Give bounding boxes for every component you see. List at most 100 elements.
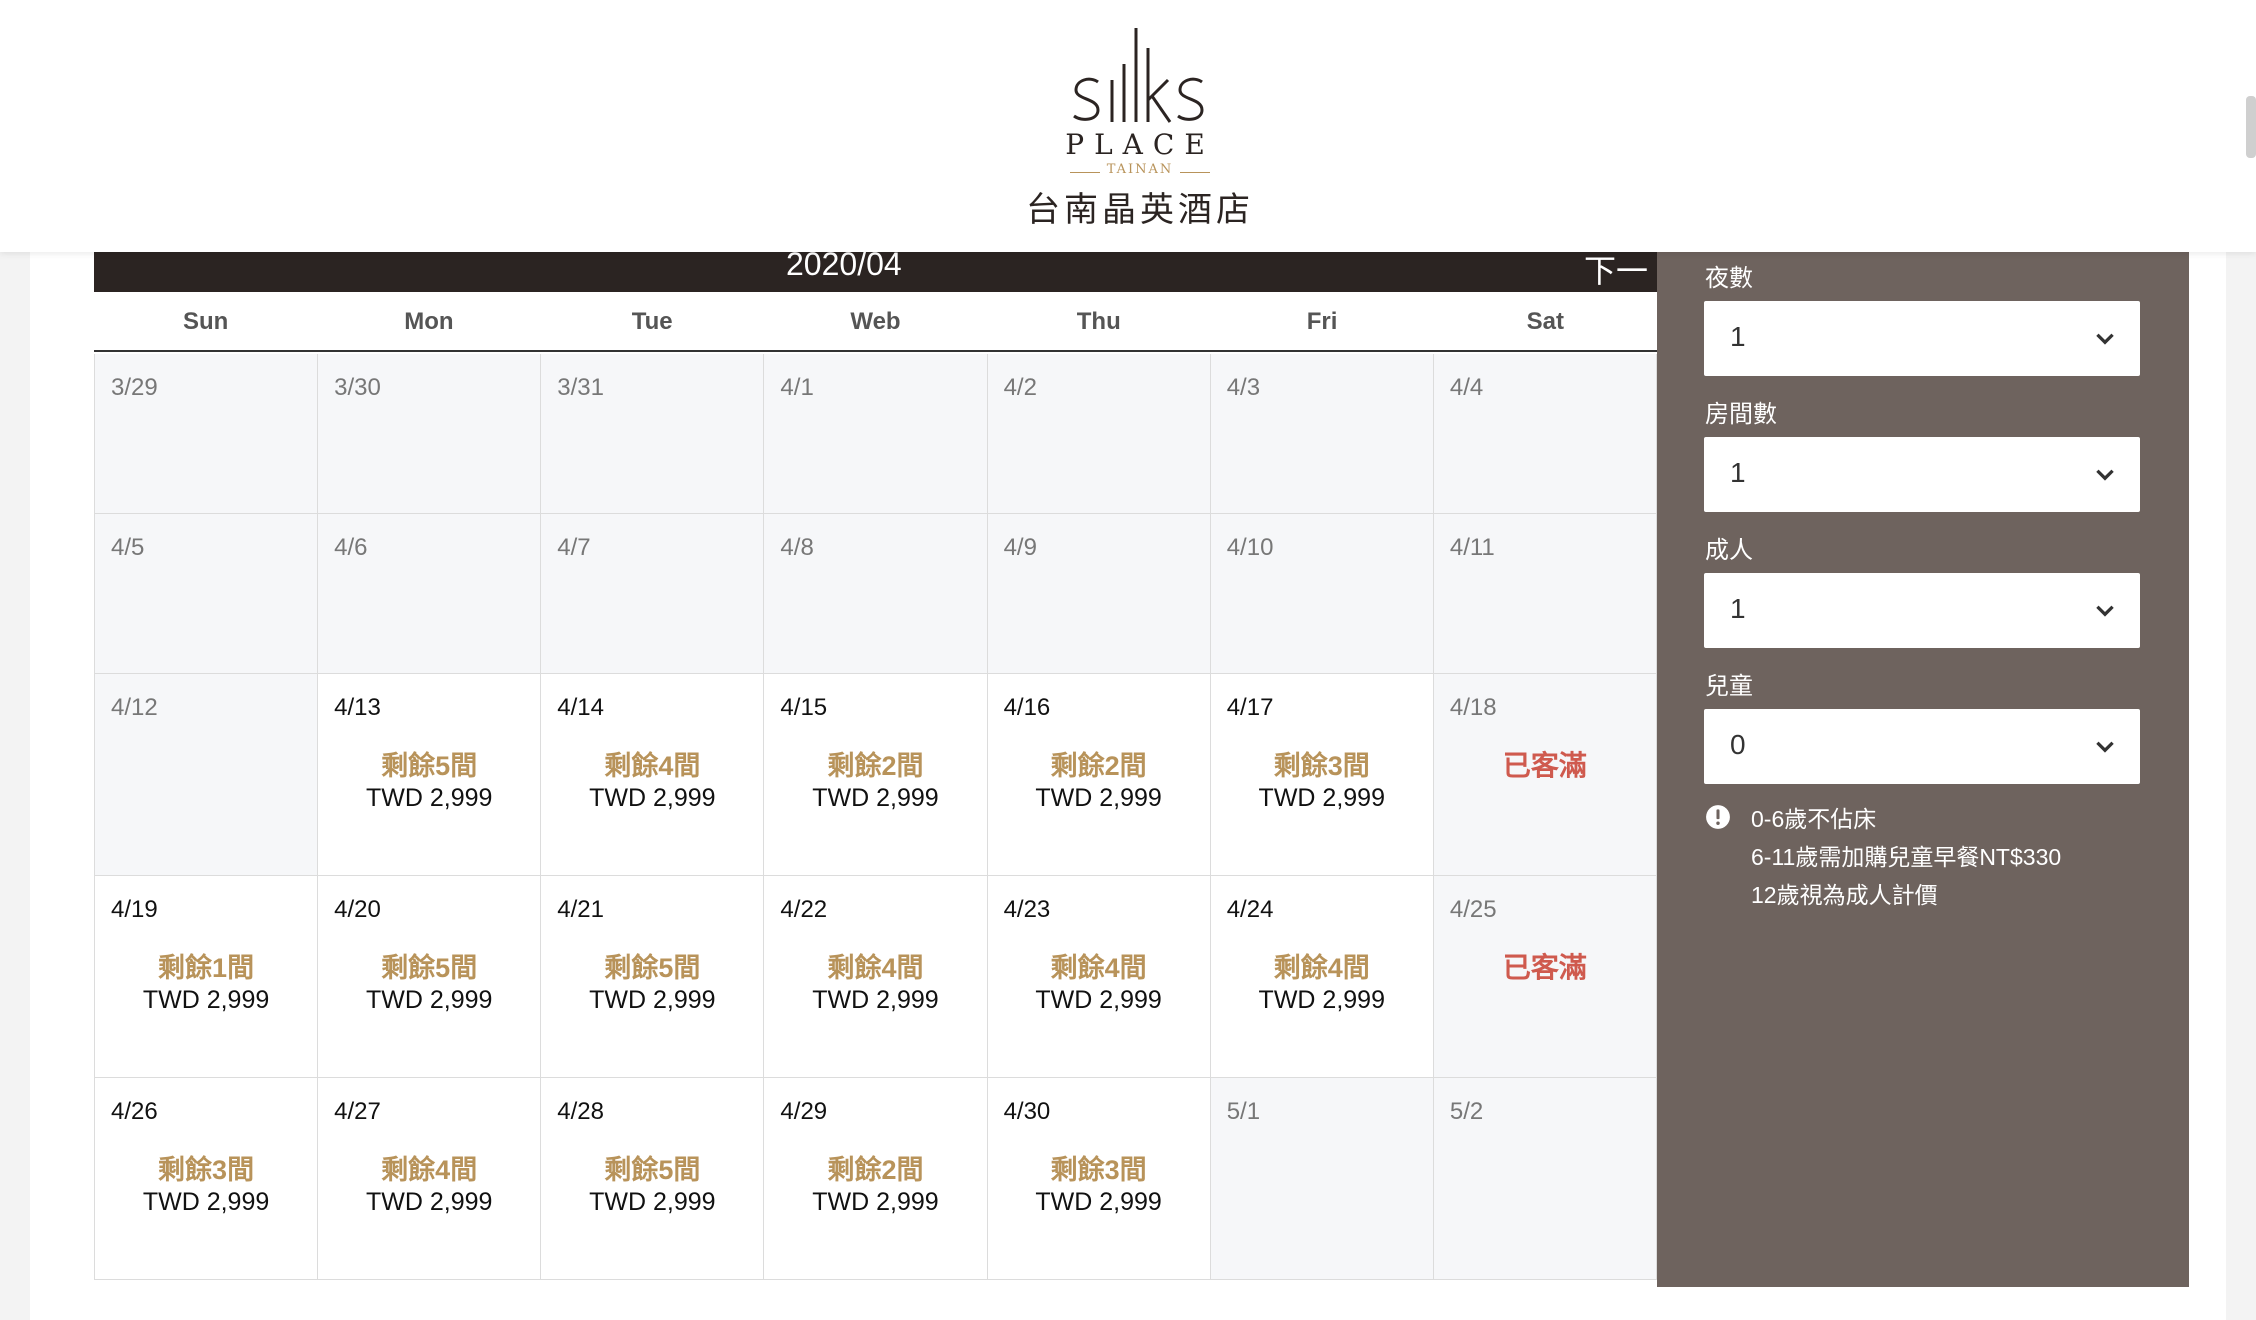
rooms-remaining: 剩餘2間: [827, 751, 924, 781]
calendar-day-cell: 4/18 已客滿: [1433, 674, 1657, 876]
day-date: 3/29: [111, 374, 158, 401]
weekday-thu: Thu: [1076, 308, 1121, 335]
logo-place-text: PLACE: [1065, 128, 1215, 161]
calendar-day-cell[interactable]: 4/29 剩餘2間 TWD 2,999: [764, 1078, 988, 1280]
children-value: 0: [1730, 729, 1746, 760]
adults-label: 成人: [1705, 537, 1753, 564]
rooms-remaining: 剩餘2間: [827, 1155, 924, 1185]
day-date: 4/23: [1003, 896, 1051, 923]
note-line-3: 12歲視為成人計價: [1751, 882, 1938, 908]
room-price: TWD 2,999: [365, 986, 493, 1014]
calendar-day-cell: 4/4: [1433, 354, 1657, 514]
children-label: 兒童: [1705, 673, 1753, 700]
room-price: TWD 2,999: [1035, 1188, 1162, 1216]
booking-sidebar: 夜數 1 房間數 1 成人 1 兒童 0 0-6歲不佔床 6-11歲需加購兒童早…: [1657, 240, 2189, 1287]
calendar-day-cell[interactable]: 4/26 剩餘3間 TWD 2,999: [95, 1078, 319, 1280]
adults-select[interactable]: 1: [1704, 573, 2140, 648]
day-date: 3/31: [557, 374, 604, 401]
logo-rule-right: [1180, 172, 1210, 173]
calendar-grid: 3/29 3/30 3/31 4/1 4/2 4/3 4/4 4/5 4/6 4/7 4/8 4/9 4…: [94, 354, 1657, 1280]
day-date: 4/1: [780, 374, 814, 401]
day-date: 3/30: [334, 374, 381, 401]
calendar-day-cell[interactable]: 4/17 剩餘3間 TWD 2,999: [1210, 674, 1434, 876]
calendar-day-cell: 3/29: [95, 354, 319, 514]
site-header: PLACE TAINAN 台南晶英酒店: [0, 0, 2256, 252]
calendar-day-cell[interactable]: 4/24 剩餘4間 TWD 2,999: [1210, 876, 1434, 1078]
day-date: 4/8: [780, 534, 814, 561]
calendar-day-cell[interactable]: 4/28 剩餘5間 TWD 2,999: [541, 1078, 765, 1280]
calendar-day-cell: 4/1: [764, 354, 988, 514]
calendar-day-cell: 4/6: [318, 514, 542, 674]
room-price: TWD 2,999: [589, 784, 716, 812]
calendar-day-cell[interactable]: 4/19 剩餘1間 TWD 2,999: [95, 876, 319, 1078]
rooms-remaining: 剩餘4間: [381, 1155, 478, 1185]
rooms-remaining: 剩餘3間: [158, 1155, 255, 1185]
day-date: 4/22: [780, 896, 828, 923]
calendar-week-row: 4/26 剩餘3間 TWD 2,999 4/27 剩餘4間 TWD 2,999 4/28 剩餘…: [95, 1078, 1657, 1280]
day-date: 4/26: [111, 1098, 158, 1125]
day-date: 4/10: [1226, 534, 1274, 561]
day-date: 4/4: [1449, 374, 1484, 401]
day-date: 4/30: [1003, 1098, 1051, 1125]
rooms-remaining: 剩餘3間: [1050, 1155, 1147, 1185]
day-date: 4/14: [557, 694, 604, 721]
calendar-day-cell[interactable]: 4/23 剩餘4間 TWD 2,999: [987, 876, 1211, 1078]
room-price: TWD 2,999: [1258, 784, 1385, 812]
calendar-day-cell: 4/5: [95, 514, 319, 674]
day-date: 4/19: [111, 896, 158, 923]
day-date: 4/28: [557, 1098, 604, 1125]
day-date: 4/3: [1226, 374, 1261, 401]
day-date: 4/21: [557, 896, 604, 923]
calendar-day-cell[interactable]: 4/15 剩餘2間 TWD 2,999: [764, 674, 988, 876]
chevron-down-icon: [2096, 469, 2114, 481]
calendar-day-cell[interactable]: 4/16 剩餘2間 TWD 2,999: [987, 674, 1211, 876]
rooms-remaining: 剩餘5間: [604, 953, 701, 983]
hotel-logo[interactable]: PLACE TAINAN 台南晶英酒店: [1010, 24, 1270, 234]
weekday-sun: Sun: [182, 308, 229, 335]
chevron-down-icon: [2096, 333, 2114, 345]
calendar-day-cell[interactable]: 4/20 剩餘5間 TWD 2,999: [318, 876, 542, 1078]
calendar-day-cell[interactable]: 4/21 剩餘5間 TWD 2,999: [541, 876, 765, 1078]
rooms-label: 房間數: [1705, 401, 1777, 428]
weekday-tue: Tue: [631, 308, 673, 335]
calendar-day-cell: 4/3: [1210, 354, 1434, 514]
room-price: TWD 2,999: [589, 1188, 716, 1216]
day-date: 4/15: [780, 694, 828, 721]
room-price: TWD 2,999: [812, 986, 939, 1014]
room-price: TWD 2,999: [812, 784, 939, 812]
logo-city-text: TAINAN: [1106, 162, 1174, 177]
hotel-name-cn: 台南晶英酒店: [1026, 190, 1254, 230]
rooms-remaining: 剩餘2間: [1050, 751, 1147, 781]
info-icon: [1706, 805, 1730, 829]
children-select[interactable]: 0: [1704, 709, 2140, 784]
rooms-remaining: 剩餘5間: [381, 953, 478, 983]
day-date: 4/17: [1226, 694, 1274, 721]
silks-logotype: [1073, 28, 1204, 123]
calendar-week-row: 4/12 4/13 剩餘5間 TWD 2,999 4/14 剩餘4間 TWD 2,999 4/…: [95, 674, 1657, 876]
nights-value: 1: [1730, 321, 1746, 352]
calendar-week-row: 4/19 剩餘1間 TWD 2,999 4/20 剩餘5間 TWD 2,999 4/21 剩餘…: [95, 876, 1657, 1078]
day-date: 4/18: [1449, 694, 1497, 721]
rooms-select[interactable]: 1: [1704, 437, 2140, 512]
calendar-day-cell[interactable]: 4/22 剩餘4間 TWD 2,999: [764, 876, 988, 1078]
calendar-day-cell[interactable]: 4/27 剩餘4間 TWD 2,999: [318, 1078, 542, 1280]
day-date: 4/13: [334, 694, 381, 721]
room-price: TWD 2,999: [812, 1188, 939, 1216]
calendar-day-cell[interactable]: 4/14 剩餘4間 TWD 2,999: [541, 674, 765, 876]
sold-out-label: 已客滿: [1502, 750, 1587, 781]
calendar-day-cell: 3/30: [318, 354, 542, 514]
sold-out-label: 已客滿: [1502, 952, 1587, 983]
weekday-wed: Web: [850, 308, 901, 335]
nights-label: 夜數: [1705, 265, 1753, 292]
day-date: 5/1: [1226, 1098, 1261, 1125]
day-date: 4/9: [1003, 534, 1037, 561]
calendar-day-cell: 4/10: [1210, 514, 1434, 674]
calendar-day-cell[interactable]: 4/30 剩餘3間 TWD 2,999: [987, 1078, 1211, 1280]
weekday-mon: Mon: [404, 308, 454, 335]
weekday-fri: Fri: [1306, 308, 1338, 335]
nights-select[interactable]: 1: [1704, 301, 2140, 376]
calendar-day-cell[interactable]: 4/13 剩餘5間 TWD 2,999: [318, 674, 542, 876]
day-date: 4/25: [1449, 896, 1497, 923]
room-price: TWD 2,999: [365, 784, 493, 812]
page-scrollbar[interactable]: [2246, 96, 2256, 158]
